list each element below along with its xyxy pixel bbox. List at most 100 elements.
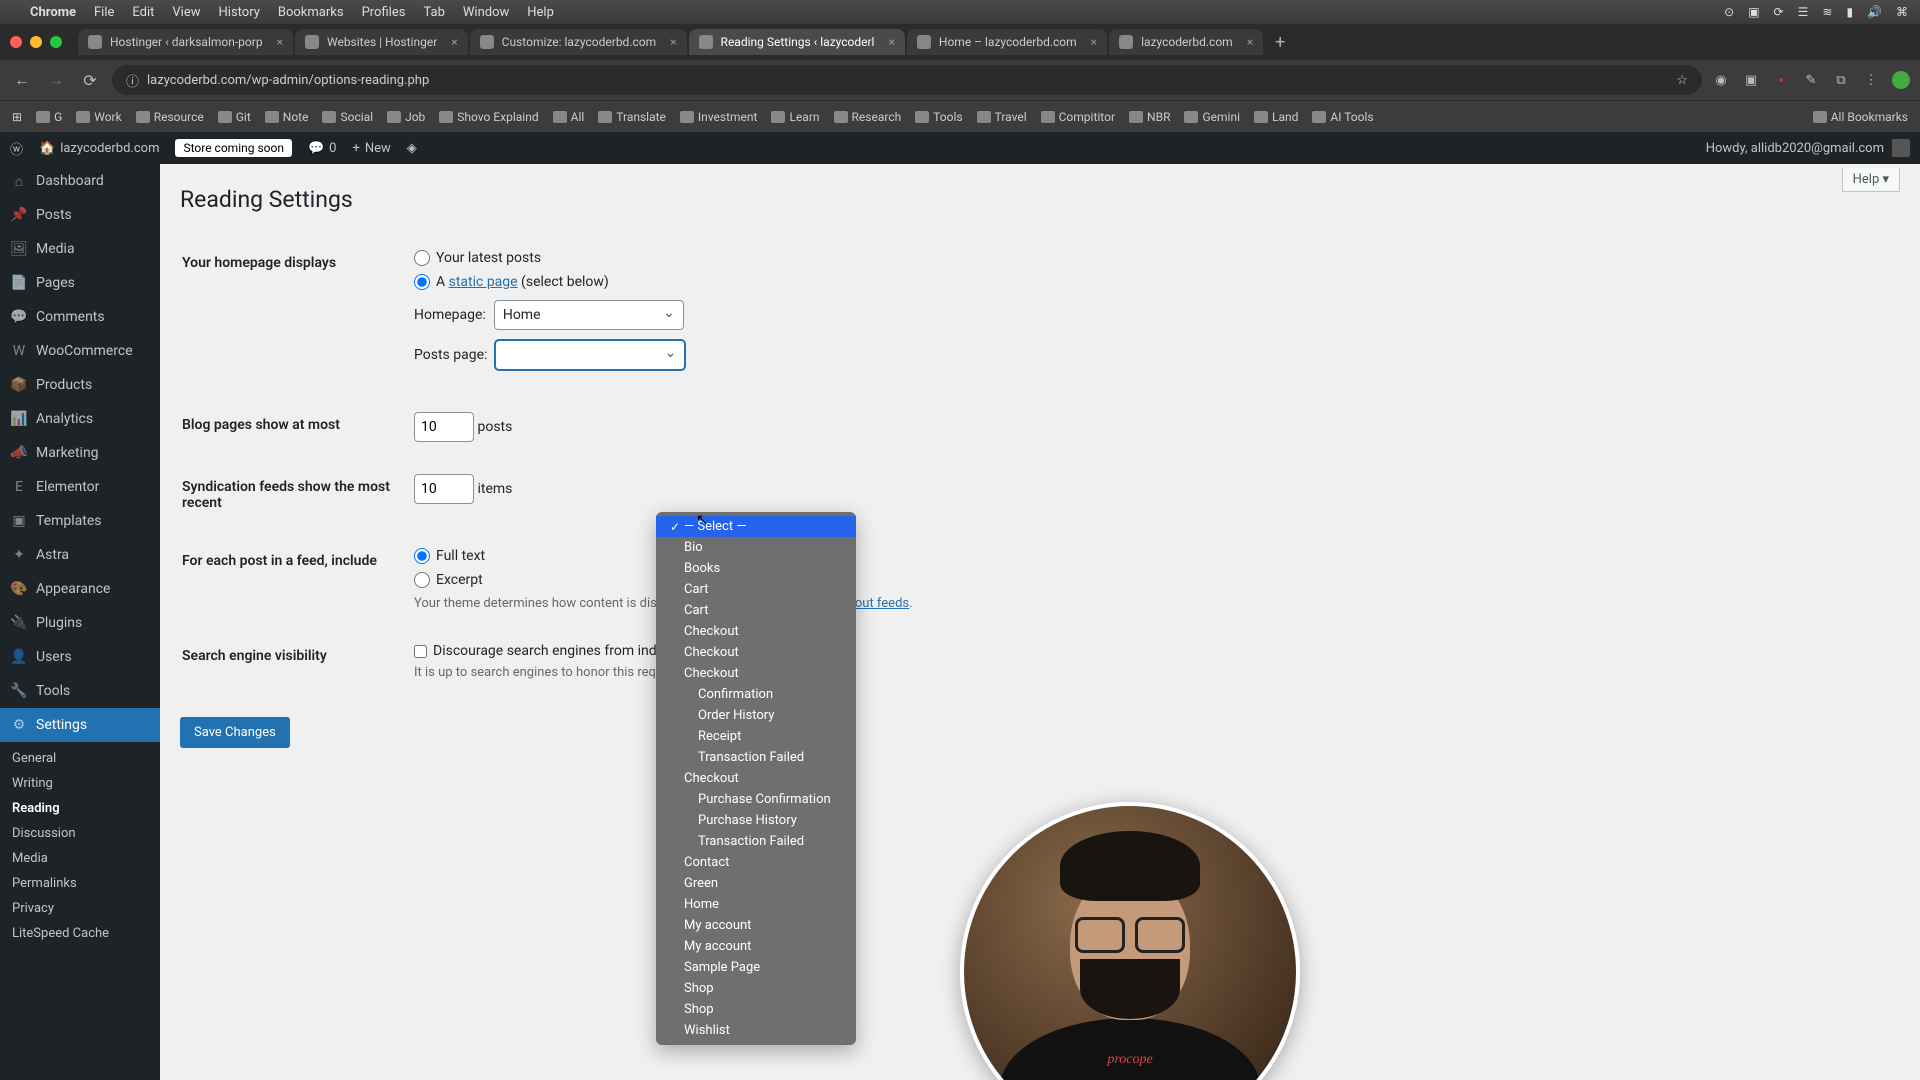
mac-menu-profiles[interactable]: Profiles xyxy=(362,5,406,20)
browser-tab[interactable]: lazycoderbd.com× xyxy=(1109,29,1263,55)
dropdown-option[interactable]: My account xyxy=(656,936,856,957)
dropdown-option[interactable]: Shop xyxy=(656,999,856,1020)
static-page-link[interactable]: static page xyxy=(449,274,518,290)
mac-menu-window[interactable]: Window xyxy=(463,5,509,20)
mac-menu-history[interactable]: History xyxy=(219,5,260,20)
browser-tab[interactable]: Websites | Hostinger× xyxy=(295,29,468,55)
browser-tab[interactable]: Hostinger ‹ darksalmon-porp× xyxy=(78,29,293,55)
bookmark-item[interactable]: Land xyxy=(1254,110,1298,124)
wp-menu-templates[interactable]: ▣Templates xyxy=(0,504,160,538)
wp-diamond-icon[interactable]: ◈ xyxy=(407,141,417,156)
wp-menu-appearance[interactable]: 🎨Appearance xyxy=(0,572,160,606)
apps-icon[interactable]: ⊞ xyxy=(12,110,22,124)
dropdown-option[interactable]: Transaction Failed xyxy=(656,831,856,852)
mac-menu-tab[interactable]: Tab xyxy=(423,5,444,20)
wp-submenu-reading[interactable]: Reading xyxy=(0,796,160,821)
mac-app-name[interactable]: Chrome xyxy=(30,5,76,20)
syndication-input[interactable] xyxy=(414,474,474,504)
mac-menu-view[interactable]: View xyxy=(172,5,200,20)
radio-latest-posts[interactable] xyxy=(414,250,430,266)
close-tab-icon[interactable]: × xyxy=(277,35,283,49)
wp-logo-icon[interactable]: ⓦ xyxy=(10,139,23,158)
dropdown-option[interactable]: Shop xyxy=(656,978,856,999)
mac-menu-help[interactable]: Help xyxy=(527,5,554,20)
radio-static-page[interactable] xyxy=(414,274,430,290)
extension-icon[interactable]: ✎ xyxy=(1802,71,1820,89)
close-tab-icon[interactable]: × xyxy=(670,35,676,49)
dropdown-option[interactable]: Books xyxy=(656,558,856,579)
close-tab-icon[interactable]: × xyxy=(451,35,457,49)
wp-submenu-general[interactable]: General xyxy=(0,746,160,771)
dropdown-option[interactable]: ✓— Select — xyxy=(656,516,856,537)
reload-button[interactable]: ⟳ xyxy=(78,71,102,90)
dropdown-option[interactable]: Purchase History xyxy=(656,810,856,831)
bookmark-item[interactable]: Shovo Explaind xyxy=(439,110,538,124)
back-button[interactable]: ← xyxy=(10,70,34,90)
menubar-icon[interactable]: ⟳ xyxy=(1774,5,1784,19)
radio-full-text[interactable] xyxy=(414,548,430,564)
bookmark-item[interactable]: Job xyxy=(387,110,425,124)
wp-submenu-media[interactable]: Media xyxy=(0,846,160,871)
wp-menu-plugins[interactable]: 🔌Plugins xyxy=(0,606,160,640)
close-tab-icon[interactable]: × xyxy=(1247,35,1253,49)
bookmark-item[interactable]: Note xyxy=(265,110,309,124)
wp-menu-astra[interactable]: ✦Astra xyxy=(0,538,160,572)
homepage-select[interactable]: Home xyxy=(494,300,684,330)
bookmark-item[interactable]: Gemini xyxy=(1184,110,1240,124)
help-tab[interactable]: Help ▾ xyxy=(1842,168,1900,192)
bookmark-item[interactable]: Git xyxy=(218,110,251,124)
wp-new-button[interactable]: + New xyxy=(352,141,390,156)
wp-menu-pages[interactable]: 📄Pages xyxy=(0,266,160,300)
wp-submenu-writing[interactable]: Writing xyxy=(0,771,160,796)
blog-pages-input[interactable] xyxy=(414,412,474,442)
mac-menu-file[interactable]: File xyxy=(94,5,114,20)
dropdown-option[interactable]: Purchase Confirmation xyxy=(656,789,856,810)
dropdown-option[interactable]: Home xyxy=(656,894,856,915)
bookmark-item[interactable]: Research xyxy=(834,110,902,124)
browser-tab[interactable]: Home – lazycoderbd.com× xyxy=(907,29,1107,55)
dropdown-option[interactable]: Order History xyxy=(656,705,856,726)
close-window-icon[interactable] xyxy=(10,36,22,48)
extension-icon[interactable]: ◉ xyxy=(1712,71,1730,89)
bookmark-item[interactable]: Travel xyxy=(977,110,1027,124)
bookmark-item[interactable]: Compititor xyxy=(1041,110,1115,124)
discourage-checkbox[interactable] xyxy=(414,645,427,658)
minimize-window-icon[interactable] xyxy=(30,36,42,48)
bookmark-item[interactable]: Resource xyxy=(136,110,204,124)
dropdown-option[interactable]: Cart xyxy=(656,600,856,621)
new-tab-button[interactable]: + xyxy=(1265,32,1295,53)
menubar-icon[interactable]: ▣ xyxy=(1748,5,1759,19)
radio-excerpt[interactable] xyxy=(414,572,430,588)
menubar-control-icon[interactable]: ⌘ xyxy=(1896,5,1908,19)
menubar-icon[interactable]: ☰ xyxy=(1798,5,1809,19)
bookmark-item[interactable]: Work xyxy=(76,110,121,124)
posts-page-dropdown[interactable]: ✓— Select —BioBooksCartCartCheckoutCheck… xyxy=(656,512,856,1045)
dropdown-option[interactable]: My account xyxy=(656,915,856,936)
close-tab-icon[interactable]: × xyxy=(888,35,894,49)
bookmark-item[interactable]: Social xyxy=(322,110,373,124)
wp-menu-products[interactable]: 📦Products xyxy=(0,368,160,402)
wp-menu-dashboard[interactable]: ⌂Dashboard xyxy=(0,164,160,198)
wp-menu-posts[interactable]: 📌Posts xyxy=(0,198,160,232)
profile-avatar[interactable] xyxy=(1892,71,1910,89)
bookmark-item[interactable]: NBR xyxy=(1129,110,1170,124)
dropdown-option[interactable]: Checkout xyxy=(656,642,856,663)
browser-tab[interactable]: Customize: lazycoderbd.com× xyxy=(470,29,687,55)
wp-submenu-litespeed-cache[interactable]: LiteSpeed Cache xyxy=(0,921,160,946)
wp-comments-link[interactable]: 💬 0 xyxy=(308,141,337,156)
posts-page-select[interactable] xyxy=(495,340,685,370)
dropdown-option[interactable]: Green xyxy=(656,873,856,894)
wp-howdy-text[interactable]: Howdy, allidb2020@gmail.com xyxy=(1706,141,1884,156)
dropdown-option[interactable]: Receipt xyxy=(656,726,856,747)
browser-tab[interactable]: Reading Settings ‹ lazycoderl× xyxy=(689,29,905,55)
bookmark-item[interactable]: Investment xyxy=(680,110,758,124)
wp-avatar[interactable] xyxy=(1892,139,1910,157)
wp-menu-tools[interactable]: 🔧Tools xyxy=(0,674,160,708)
store-status-badge[interactable]: Store coming soon xyxy=(175,139,292,157)
wp-menu-woocommerce[interactable]: WWooCommerce xyxy=(0,334,160,368)
dropdown-option[interactable]: Checkout xyxy=(656,768,856,789)
wp-menu-comments[interactable]: 💬Comments xyxy=(0,300,160,334)
wp-menu-analytics[interactable]: 📊Analytics xyxy=(0,402,160,436)
wp-menu-media[interactable]: 🖼Media xyxy=(0,232,160,266)
bookmark-item[interactable]: Translate xyxy=(598,110,666,124)
